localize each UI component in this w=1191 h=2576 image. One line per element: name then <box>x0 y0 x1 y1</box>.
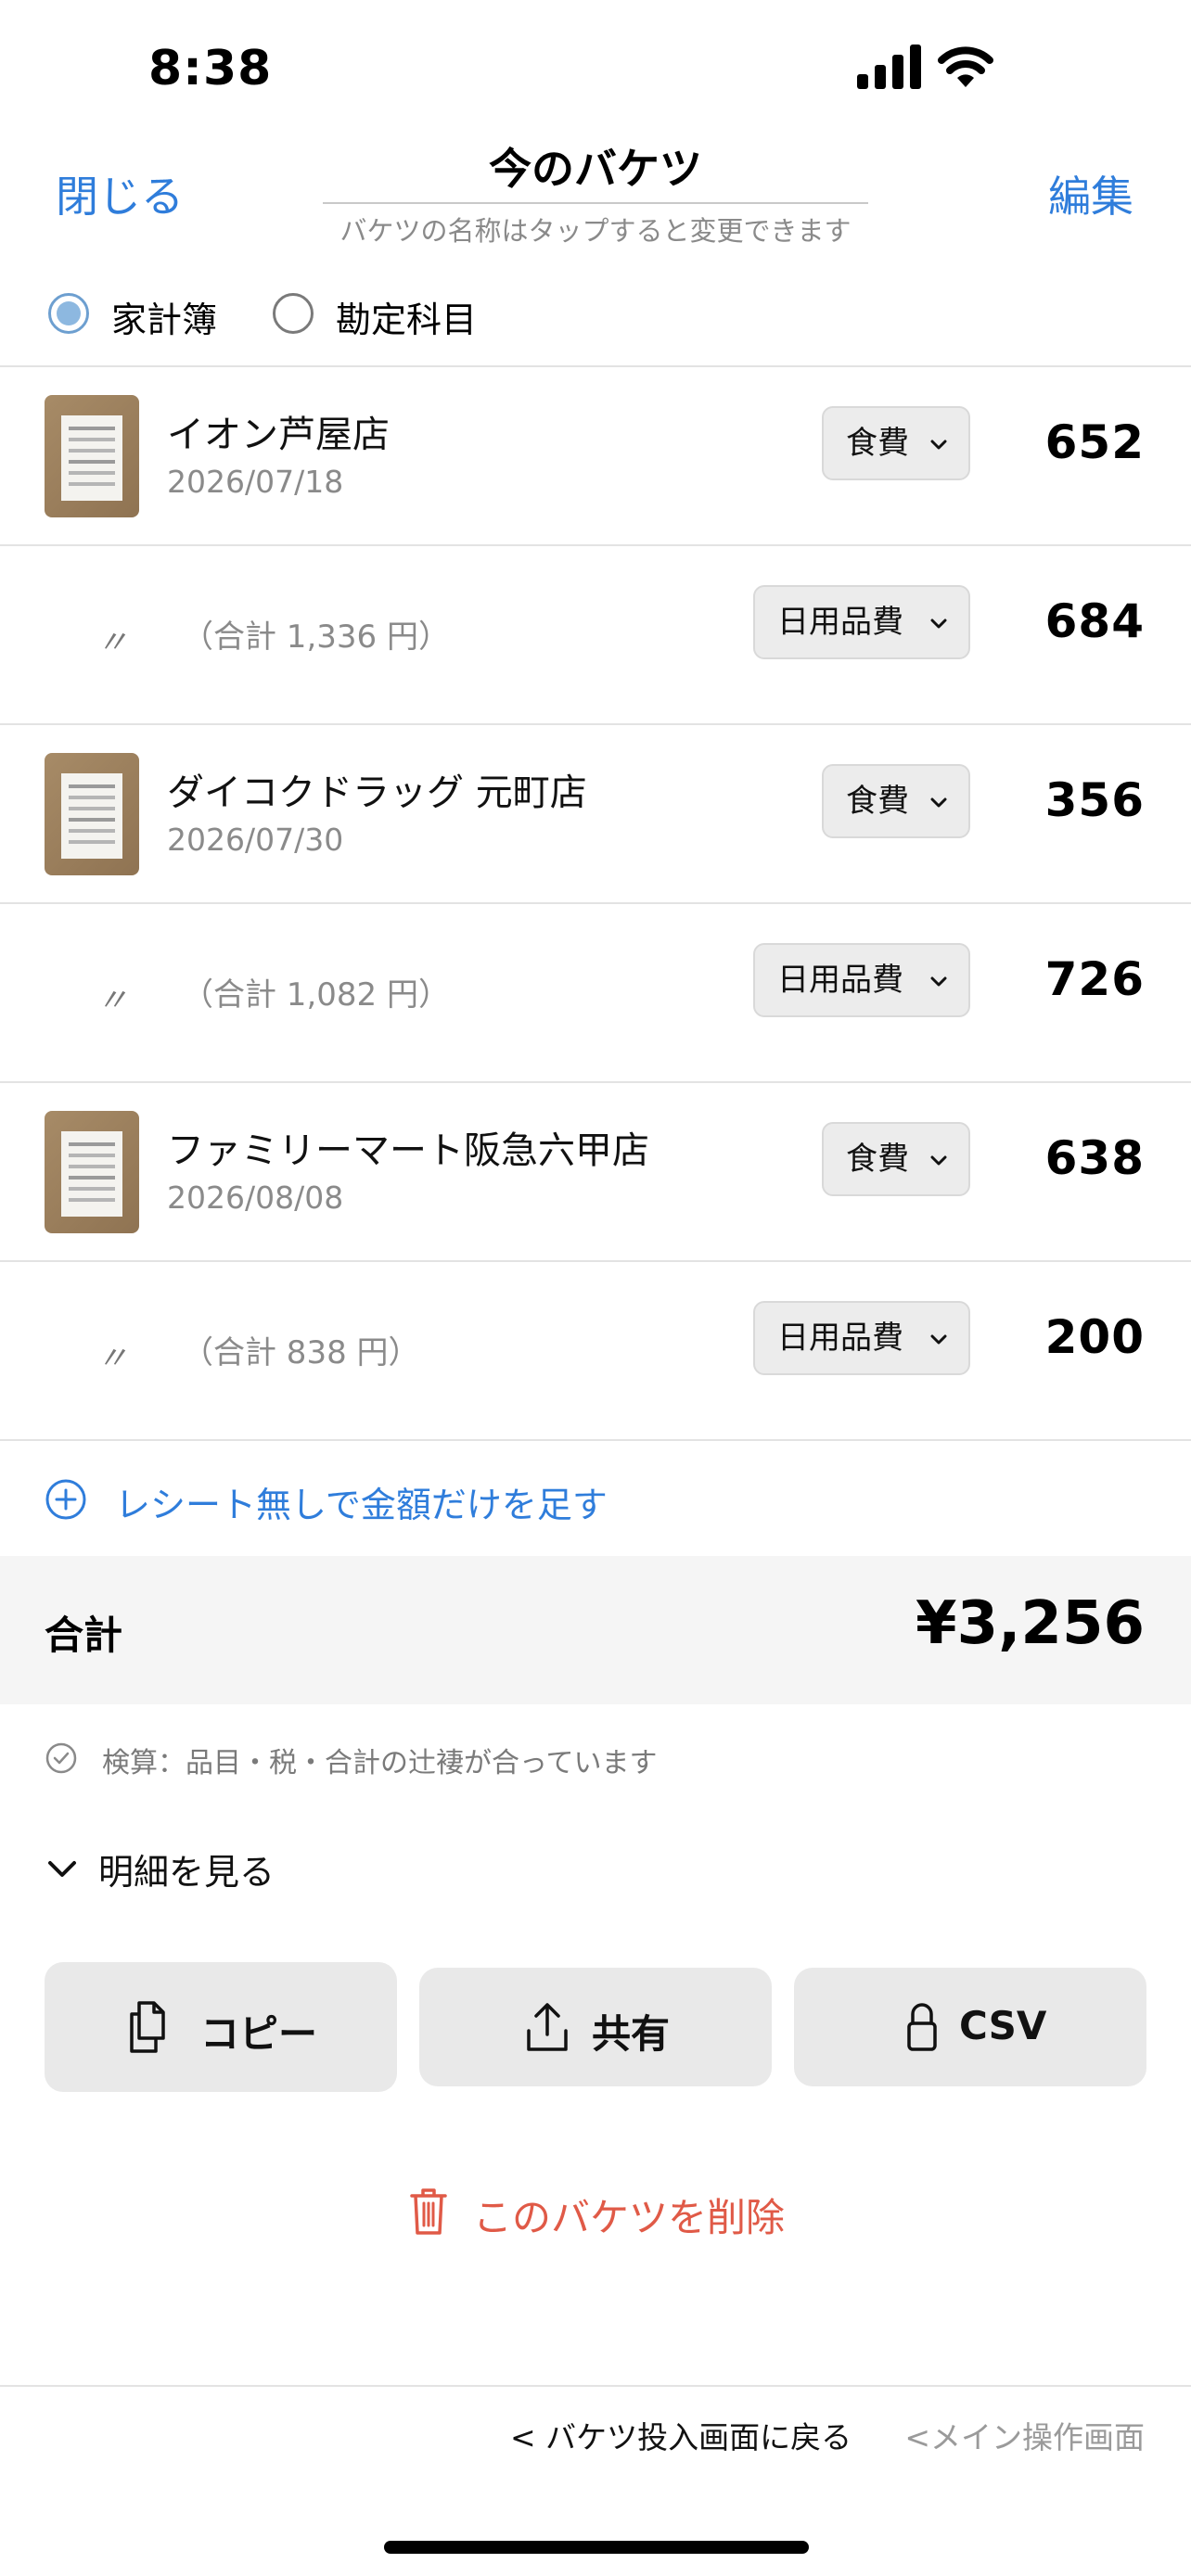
category-dropdown[interactable]: 日用品費 <box>753 1301 970 1375</box>
receipt-date: 2026/07/18 <box>167 464 344 500</box>
receipt-thumbnail[interactable] <box>45 1111 139 1233</box>
ditto-mark: 〃 <box>96 1340 128 1377</box>
wifi-icon <box>938 46 993 87</box>
receipt-thumbnail[interactable] <box>45 395 139 517</box>
category-label: 日用品費 <box>777 604 903 641</box>
receipt-date: 2026/07/30 <box>167 822 344 858</box>
show-details-label[interactable]: 明細を見る <box>98 1843 275 1894</box>
category-dropdown[interactable]: 食費 <box>822 764 970 838</box>
list-item[interactable]: 〃 （合計 838 円） 日用品費 200 <box>0 1262 1191 1441</box>
receipt-subtotal: （合計 838 円） <box>182 1334 420 1371</box>
total-label: 合計 <box>45 1613 123 1658</box>
chevron-down-icon <box>48 1861 76 1877</box>
amount[interactable]: 200 <box>1045 1310 1145 1364</box>
share-label: 共有 <box>592 2011 671 2057</box>
back-to-main-link[interactable]: <メイン操作画面 <box>904 2413 1145 2457</box>
amount[interactable]: 652 <box>1045 415 1145 469</box>
csv-label: CSV <box>959 2003 1047 2048</box>
verification-text: 検算：品目・税・合計の辻褄が合っています <box>102 1747 658 1779</box>
close-button[interactable]: 閉じる <box>56 163 184 224</box>
share-button[interactable]: 共有 <box>419 1968 772 2086</box>
chevron-down-icon <box>930 1155 947 1166</box>
category-label: 日用品費 <box>777 1320 903 1357</box>
copy-icon <box>130 2001 165 2053</box>
list-item[interactable]: 〃 （合計 1,082 円） 日用品費 726 <box>0 904 1191 1083</box>
copy-button[interactable]: コピー <box>45 1962 397 2092</box>
ditto-mark: 〃 <box>96 982 128 1019</box>
amount[interactable]: 356 <box>1045 773 1145 827</box>
title-hint: バケツの名称はタップすると変更できます <box>339 215 852 247</box>
category-label: 食費 <box>846 783 909 820</box>
radio-household-label[interactable]: 家計簿 <box>111 291 217 342</box>
csv-export-button[interactable]: CSV <box>794 1968 1146 2086</box>
entry-list: イオン芦屋店 2026/07/18 食費 652 〃 （合計 1,336 円） … <box>0 367 1191 1441</box>
receipt-date: 2026/08/08 <box>167 1180 344 1216</box>
amount[interactable]: 638 <box>1045 1131 1145 1185</box>
radio-accounts-label[interactable]: 勘定科目 <box>336 291 477 342</box>
receipt-subtotal: （合計 1,082 円） <box>182 976 450 1014</box>
category-dropdown[interactable]: 日用品費 <box>753 585 970 659</box>
title-underline <box>323 202 868 204</box>
category-dropdown[interactable]: 食費 <box>822 1122 970 1196</box>
status-time: 8:38 <box>148 41 273 96</box>
amount[interactable]: 726 <box>1045 952 1145 1006</box>
total-bar: 合計 ¥3,256 <box>0 1556 1191 1704</box>
footer-nav: < バケツ投入画面に戻る <メイン操作画面 <box>0 2385 1191 2487</box>
list-item[interactable]: イオン芦屋店 2026/07/18 食費 652 <box>0 367 1191 546</box>
chevron-down-icon <box>930 618 947 629</box>
nav-bar: 閉じる 今のバケツ バケツの名称はタップすると変更できます 編集 <box>0 139 1191 260</box>
category-label: 食費 <box>846 1141 909 1178</box>
chevron-down-icon <box>930 976 947 987</box>
chevron-down-icon <box>930 1334 947 1345</box>
share-icon <box>527 2003 568 2051</box>
receipt-thumbnail[interactable] <box>45 753 139 875</box>
add-amount-button[interactable]: レシート無しで金額だけを足す <box>0 1441 1191 1556</box>
status-bar: 8:38 <box>0 0 1191 139</box>
show-details-toggle[interactable]: 明細を見る <box>0 1840 1191 1895</box>
store-name: ダイコクドラッグ 元町店 <box>167 772 587 814</box>
list-item[interactable]: ファミリーマート阪急六甲店 2026/08/08 食費 638 <box>0 1083 1191 1262</box>
trash-icon <box>410 2188 447 2235</box>
ditto-mark: 〃 <box>96 624 128 661</box>
plus-circle-icon <box>45 1479 86 1520</box>
amount[interactable]: 684 <box>1045 594 1145 648</box>
receipt-subtotal: （合計 1,336 円） <box>182 618 450 656</box>
lock-icon <box>907 2003 937 2051</box>
list-item[interactable]: ダイコクドラッグ 元町店 2026/07/30 食費 356 <box>0 725 1191 904</box>
copy-label: コピー <box>200 2011 318 2057</box>
radio-household[interactable] <box>48 293 89 334</box>
category-label: 食費 <box>846 425 909 462</box>
signal-icon <box>857 45 921 89</box>
home-indicator[interactable] <box>384 2541 809 2554</box>
chevron-down-icon <box>930 797 947 808</box>
category-dropdown[interactable]: 食費 <box>822 406 970 480</box>
chevron-down-icon <box>930 440 947 450</box>
total-value: ¥3,256 <box>916 1589 1145 1658</box>
list-item[interactable]: 〃 （合計 1,336 円） 日用品費 684 <box>0 546 1191 725</box>
store-name: イオン芦屋店 <box>167 414 390 456</box>
verification-status: 検算：品目・税・合計の辻褄が合っています <box>0 1734 1191 1782</box>
delete-bucket-button[interactable]: このバケツを削除 <box>0 2179 1191 2244</box>
back-to-bucket-link[interactable]: < バケツ投入画面に戻る <box>510 2413 852 2457</box>
check-circle-icon <box>45 1742 77 1774</box>
action-buttons: コピー 共有 CSV <box>0 1962 1191 2096</box>
page-title[interactable]: 今のバケツ <box>323 139 868 198</box>
bucket-name[interactable]: 今のバケツ バケツの名称はタップすると変更できます <box>323 139 868 249</box>
category-dropdown[interactable]: 日用品費 <box>753 943 970 1017</box>
delete-bucket-label[interactable]: このバケツを削除 <box>473 2187 785 2243</box>
add-amount-label[interactable]: レシート無しで金額だけを足す <box>115 1476 608 1527</box>
radio-accounts[interactable] <box>273 293 314 334</box>
store-name: ファミリーマート阪急六甲店 <box>167 1129 649 1172</box>
category-label: 日用品費 <box>777 962 903 999</box>
edit-button[interactable]: 編集 <box>1048 163 1133 224</box>
mode-selector: 家計簿 勘定科目 <box>0 278 1191 367</box>
